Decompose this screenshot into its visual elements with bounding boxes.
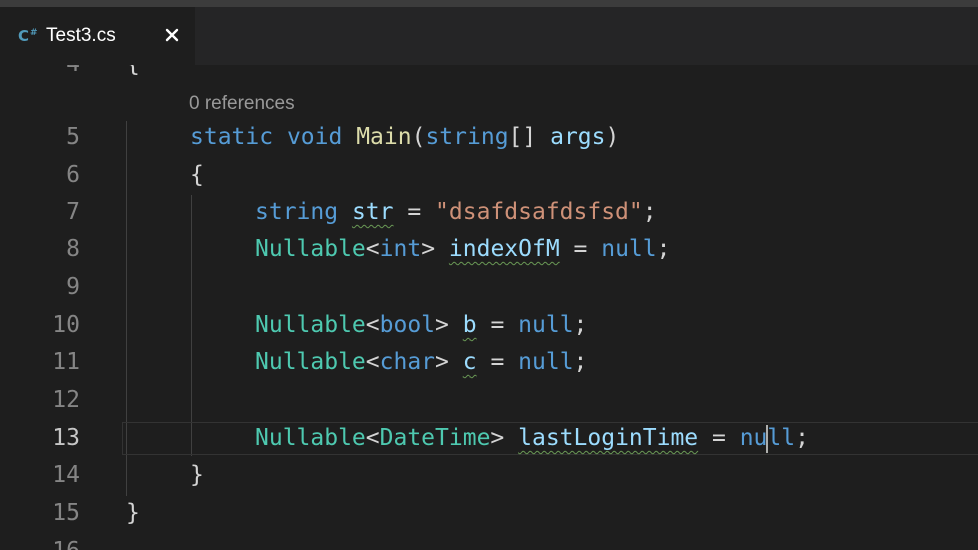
code-text: static void Main(string[] args) — [190, 124, 620, 150]
code-line-current: 13 Nullable<DateTime> lastLoginTime = nu… — [0, 420, 978, 457]
line-number: 7 — [66, 199, 80, 225]
line-number: 12 — [52, 387, 80, 413]
line-number: 6 — [66, 162, 80, 188]
codelens-references[interactable]: 0 references — [189, 89, 295, 119]
code-line: 4 { — [0, 65, 978, 83]
close-icon[interactable] — [160, 23, 184, 47]
line-number: 11 — [52, 349, 80, 375]
code-text: Nullable<int> indexOfM = null; — [255, 236, 671, 262]
tab-title: Test3.cs — [46, 25, 116, 46]
line-number: 5 — [66, 124, 80, 150]
title-strip — [0, 0, 978, 7]
csharp-file-icon: C # — [18, 27, 38, 45]
code-text: { — [126, 65, 140, 83]
code-editor[interactable]: 4 { 0 references 5 static void Main(stri… — [0, 65, 978, 550]
code-line: 14 } — [0, 457, 978, 494]
line-number: 9 — [66, 274, 80, 300]
code-line: 16 — [0, 533, 978, 550]
line-number: 15 — [52, 500, 80, 526]
code-line: 6 { — [0, 157, 978, 194]
code-text: { — [190, 162, 204, 188]
code-line: 11 Nullable<char> c = null; — [0, 344, 978, 381]
line-number: 4 — [0, 65, 80, 83]
code-text: string str = "dsafdsafdsfsd"; — [255, 199, 657, 225]
code-text: Nullable<char> c = null; — [255, 349, 588, 375]
code-text: Nullable<bool> b = null; — [255, 312, 588, 338]
code-text: } — [190, 462, 204, 488]
line-number: 10 — [52, 312, 80, 338]
line-number: 13 — [52, 425, 80, 451]
tab-test3-cs[interactable]: C # Test3.cs — [0, 7, 195, 65]
code-line: 15 } — [0, 495, 978, 532]
line-number: 16 — [0, 533, 80, 550]
code-line: 8 Nullable<int> indexOfM = null; — [0, 231, 978, 268]
tab-bar: C # Test3.cs — [0, 7, 978, 65]
line-number: 14 — [52, 462, 80, 488]
code-line: 5 static void Main(string[] args) — [0, 119, 978, 156]
code-line: 7 string str = "dsafdsafdsfsd"; — [0, 194, 978, 231]
code-line: 9 — [0, 269, 978, 306]
code-line: 10 Nullable<bool> b = null; — [0, 307, 978, 344]
code-text: } — [126, 500, 140, 526]
line-number: 8 — [66, 236, 80, 262]
code-text: Nullable<DateTime> lastLoginTime = null; — [255, 424, 809, 453]
code-line: 12 — [0, 382, 978, 419]
